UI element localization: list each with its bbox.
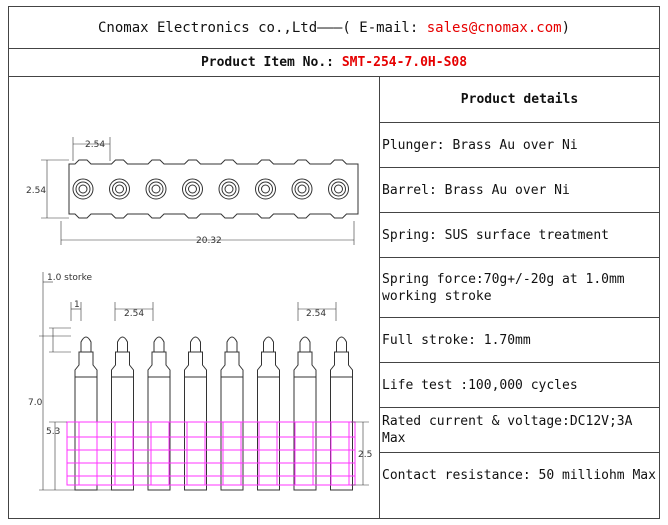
base-highlight [66,421,356,486]
stroke-label: 1.0 storke [47,273,92,283]
header-close: ) [561,19,571,36]
height-label: 7.0 [28,398,43,408]
email-link[interactable]: sales@cnomax.com [427,20,562,36]
body-label: 5.3 [46,427,60,437]
pin [220,336,244,491]
details-title: Product details [380,77,659,123]
hole-ring [261,184,270,194]
detail-barrel: Barrel: Brass Au over Ni [380,168,659,213]
hole-ring [185,181,200,197]
stroke-value-label: 1 [74,300,80,310]
pin [74,336,98,491]
top-height-label: 2.54 [26,186,46,196]
base-label: 2.5 [358,450,372,460]
hole-ring [258,181,273,197]
hole-ring [297,184,307,194]
top-pitch-label: 2.54 [85,140,105,150]
hole-ring [334,184,343,194]
hole-ring [224,184,234,194]
detail-spring-force: Spring force:70g+/-20g at 1.0mm working … [380,258,659,318]
side-dimension-lines [39,272,369,491]
side-pitch-left-label: 2.54 [124,309,144,319]
company-header: Cnomax Electronics co.,Ltd———( E-mail: s… [9,7,659,49]
detail-contact-resistance: Contact resistance: 50 milliohm Max [382,468,656,483]
hole-ring [115,184,124,194]
spec-sheet: Cnomax Electronics co.,Ltd———( E-mail: s… [8,6,660,519]
detail-rated: Rated current & voltage:DC12V;3A Max [380,408,659,453]
company-name: Cnomax Electronics co.,Ltd———( E-mail: [97,19,427,36]
detail-life-test: Life test :100,000 cycles [380,363,659,408]
hole-ring [294,181,310,197]
hole-ring [78,184,88,194]
product-item-row: Product Item No.: SMT-254-7.0H-S08 [9,49,659,77]
side-pitch-right-label: 2.54 [306,309,326,319]
hole-ring [188,184,197,194]
top-length-label: 20.32 [196,236,222,246]
product-details: Product details Plunger: Brass Au over N… [380,77,659,518]
side-view-drawing [74,336,353,491]
hole-ring [75,181,91,197]
hole-ring [112,181,127,197]
technical-drawing: 2.54 2.54 20.32 1.0 storke 1 2.54 2.54 7… [9,77,380,518]
detail-plunger: Plunger: Brass Au over Ni [380,123,659,168]
detail-full-stroke: Full stroke: 1.70mm [380,318,659,363]
pin [257,336,280,491]
hole-ring [331,181,346,197]
detail-spring: Spring: SUS surface treatment [380,213,659,258]
drawing-svg: 2.54 2.54 20.32 1.0 storke 1 2.54 2.54 7… [26,137,372,491]
top-view-drawing [41,137,359,245]
product-item-number: SMT-254-7.0H-S08 [341,55,468,70]
pin [184,336,207,491]
hole-ring [221,181,237,197]
hole-ring [151,184,161,194]
contact-holes [72,178,349,200]
product-item-label: Product Item No.: [200,55,342,70]
hole-ring [148,181,164,197]
